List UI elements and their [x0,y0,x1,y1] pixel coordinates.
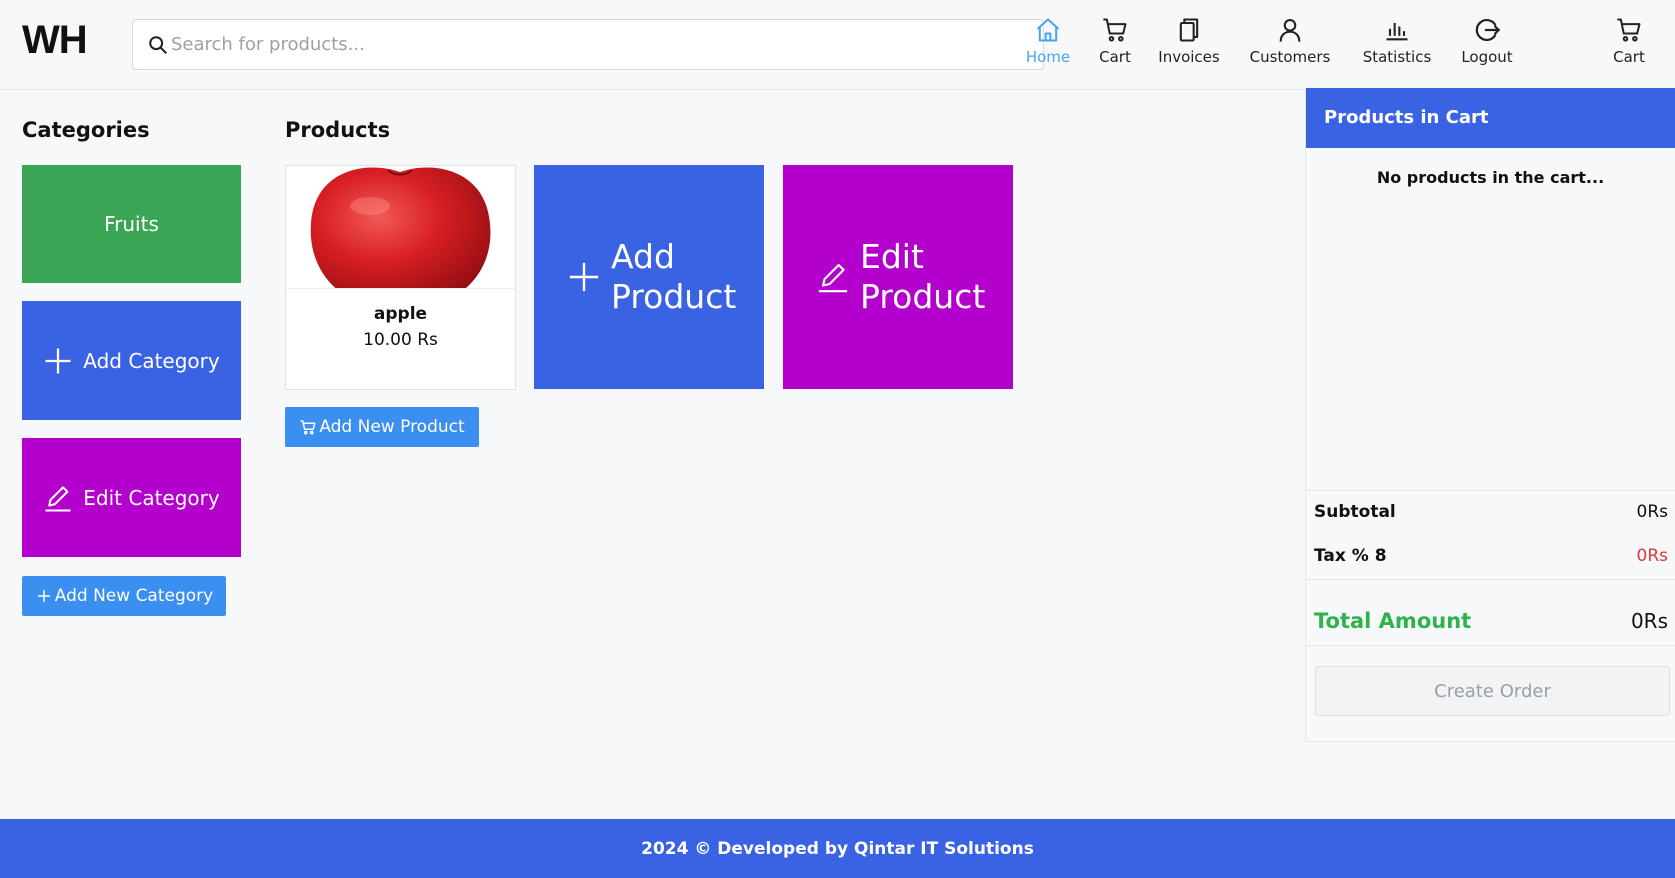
nav-statistics[interactable]: Statistics [1347,16,1447,76]
nav-invoices[interactable]: Invoices [1139,16,1239,76]
nav-logout[interactable]: Logout [1437,16,1537,76]
cart-divider [1306,579,1675,580]
nav-label-statistics: Statistics [1362,48,1432,66]
apple-image [286,166,515,288]
add-category-tile[interactable]: Add Category [22,301,241,420]
search-bar[interactable] [132,19,1044,70]
total-label: Total Amount [1314,609,1472,633]
product-name: apple [373,304,428,324]
plus-icon [45,348,71,373]
pencil-icon [818,263,848,293]
cart-empty-message: No products in the cart... [1376,168,1605,187]
user-icon [1279,19,1301,42]
cart-icon [300,420,316,435]
subtotal-value: 0Rs [1636,502,1669,522]
nav-label-cart-secondary: Cart [1613,48,1645,66]
cart-title: Products in Cart [1306,88,1675,148]
tax-value: 0Rs [1636,546,1669,566]
total-value: 0Rs [1630,609,1668,633]
add-category-label: Add Category [83,348,220,373]
nav-label-home: Home [1025,48,1071,66]
top-header: WH Home Cart Invoices Customers Statisti… [0,0,1675,90]
subtotal-label: Subtotal [1314,502,1396,522]
footer: 2024 © Developed by Qintar IT Solutions [0,819,1675,878]
nav-customers[interactable]: Customers [1240,16,1340,76]
total-row: Total Amount 0Rs [1306,596,1675,646]
logout-icon [1475,18,1501,42]
add-product-tile[interactable]: Add Product [534,165,764,389]
product-image [286,166,515,289]
invoice-icon [1179,18,1199,42]
add-new-product-button[interactable]: Add New Product [285,407,479,447]
nav-label-cart: Cart [1099,48,1131,66]
plus-icon [569,262,599,292]
app-logo[interactable]: WH [22,18,88,63]
add-new-category-label: Add New Category [54,586,214,606]
home-icon [1036,18,1060,42]
tax-label: Tax % 8 [1314,546,1387,566]
edit-category-tile[interactable]: Edit Category [22,438,241,557]
plus-icon [37,590,50,602]
pencil-icon [45,485,71,511]
cart-divider [1306,645,1675,646]
category-label: Fruits [104,212,159,236]
chart-icon [1386,23,1408,41]
edit-product-tile[interactable]: Edit Product [783,165,1013,389]
add-new-product-label: Add New Product [319,417,465,437]
nav-label-customers: Customers [1249,48,1331,66]
search-input[interactable] [171,20,1031,69]
cart-icon [1617,18,1641,42]
cart-panel: Products in Cart No products in the cart… [1305,88,1675,742]
edit-product-label: Edit Product [860,237,986,316]
edit-category-label: Edit Category [83,485,220,510]
search-icon [149,36,167,54]
categories-title: Categories [22,118,150,142]
category-tile-fruits[interactable]: Fruits [22,165,241,283]
nav-cart-secondary[interactable]: Cart [1579,16,1675,76]
add-new-category-button[interactable]: Add New Category [22,576,226,616]
nav-label-logout: Logout [1461,48,1513,66]
product-price: 10.00 Rs [363,330,438,350]
tax-row: Tax % 8 0Rs [1306,534,1675,578]
cart-icon [1103,18,1127,42]
subtotal-row: Subtotal 0Rs [1306,490,1675,534]
create-order-button[interactable]: Create Order [1315,666,1670,716]
nav-label-invoices: Invoices [1158,48,1220,66]
product-card-apple[interactable]: apple 10.00 Rs [285,165,516,390]
footer-text: 2024 © Developed by Qintar IT Solutions [641,838,1034,859]
add-product-label: Add Product [611,237,737,316]
products-title: Products [285,118,391,142]
